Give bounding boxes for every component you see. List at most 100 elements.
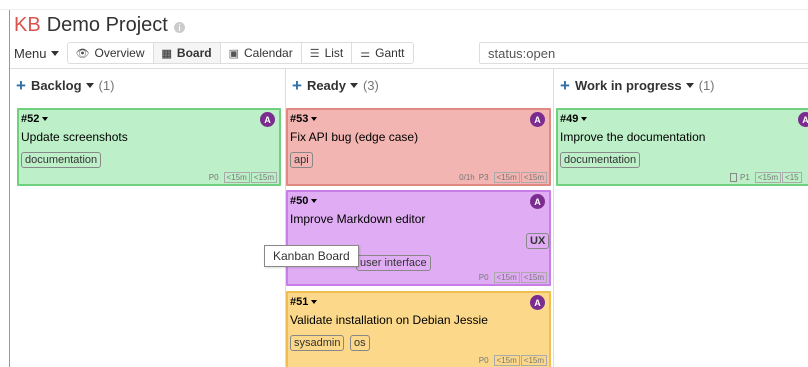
- task-id[interactable]: #50: [290, 195, 318, 207]
- estimate-box: <15m: [493, 272, 520, 283]
- caret-down-icon: [42, 117, 49, 121]
- task-card[interactable]: #49 A Improve the documentation document…: [556, 108, 808, 186]
- task-title[interactable]: Improve the documentation: [560, 130, 705, 144]
- priority-label: P0: [478, 356, 489, 365]
- view-calendar-button[interactable]: ▣ Calendar: [220, 43, 302, 63]
- view-list-button[interactable]: ☰ List: [301, 43, 353, 63]
- priority-label: P0: [208, 173, 219, 182]
- search-input[interactable]: [479, 42, 808, 64]
- project-title: Demo Project: [46, 13, 168, 36]
- toolbar: Menu 👁 Overview ▦ Board ▣ Calendar ☰ Lis…: [14, 42, 414, 64]
- task-id-label: #53: [290, 113, 309, 125]
- task-id-label: #50: [290, 195, 309, 207]
- view-label: Board: [176, 46, 212, 60]
- add-task-icon[interactable]: +: [292, 77, 302, 94]
- priority-label: P0: [478, 273, 489, 282]
- caret-down-icon[interactable]: [349, 83, 358, 88]
- avatar: A: [260, 112, 275, 127]
- task-title[interactable]: Fix API bug (edge case): [290, 130, 418, 144]
- add-task-icon[interactable]: +: [16, 77, 26, 94]
- estimate-box: <15m: [223, 172, 250, 183]
- document-icon[interactable]: [730, 173, 737, 182]
- view-overview-button[interactable]: 👁 Overview: [67, 43, 154, 63]
- view-label: Gantt: [375, 46, 405, 60]
- task-card[interactable]: #52 A Update screenshots documentation P…: [17, 108, 281, 186]
- task-id[interactable]: #52: [21, 113, 49, 125]
- task-title[interactable]: Update screenshots: [21, 130, 128, 144]
- task-id-label: #51: [290, 296, 309, 308]
- task-id[interactable]: #51: [290, 296, 318, 308]
- add-task-icon[interactable]: +: [560, 77, 570, 94]
- column-work-in-progress: + Work in progress (1) #49 A Improve the…: [554, 69, 808, 367]
- spent-box: <15m: [520, 272, 547, 283]
- column-title[interactable]: Backlog: [31, 78, 82, 93]
- caret-down-icon: [311, 300, 318, 304]
- info-icon[interactable]: [173, 21, 185, 33]
- caret-down-icon: [581, 117, 588, 121]
- column-count: (1): [98, 78, 115, 93]
- column-header: + Ready (3): [292, 77, 379, 94]
- tag: os: [350, 335, 370, 351]
- task-footer: 0/1h P3 <15m <15m: [459, 172, 547, 183]
- avatar: A: [798, 112, 808, 127]
- task-footer: P0 <15m <15m: [209, 172, 277, 183]
- spent-box: <15: [782, 172, 802, 183]
- view-board-button[interactable]: ▦ Board: [153, 43, 221, 63]
- gantt-icon: ⚌: [360, 47, 371, 60]
- tag: UX: [526, 233, 550, 249]
- column-backlog: + Backlog (1) #52 A Update screenshots d…: [10, 69, 285, 367]
- estimate-box: <15m: [493, 355, 520, 366]
- task-id-label: #49: [560, 113, 579, 125]
- caret-down-icon: [311, 117, 318, 121]
- menu-dropdown-button[interactable]: Menu: [14, 46, 59, 61]
- page-header: KB Demo Project: [14, 12, 185, 38]
- tooltip: Kanban Board: [264, 245, 359, 267]
- view-label: List: [324, 46, 344, 60]
- spent-box: <15m: [520, 355, 547, 366]
- app-logo[interactable]: KB: [14, 14, 41, 37]
- column-header: + Work in progress (1): [560, 77, 715, 94]
- spent-box: <15m: [520, 172, 547, 183]
- tag: api: [290, 152, 313, 168]
- column-ready: + Ready (3) #53 A Fix API bug (edge case…: [286, 69, 554, 367]
- board-icon: ▦: [161, 47, 172, 60]
- menu-label: Menu: [14, 45, 47, 61]
- task-title[interactable]: Improve Markdown editor: [290, 212, 425, 226]
- view-label: Calendar: [244, 46, 293, 60]
- column-count: (3): [362, 78, 379, 93]
- task-footer: P0 <15m <15m: [479, 272, 547, 283]
- task-id[interactable]: #49: [560, 113, 588, 125]
- priority-label: P1: [740, 173, 750, 182]
- spent-box: <15m: [250, 172, 277, 183]
- caret-down-icon: [50, 50, 59, 56]
- tag: user interface: [356, 255, 431, 271]
- view-label: Overview: [94, 46, 145, 60]
- task-id-label: #52: [21, 113, 40, 125]
- avatar: A: [530, 194, 545, 209]
- window-top-edge: [0, 0, 808, 10]
- caret-down-icon: [311, 199, 318, 203]
- column-title[interactable]: Work in progress: [575, 78, 682, 93]
- tag: documentation: [560, 152, 641, 168]
- column-count: (1): [698, 78, 715, 93]
- task-card[interactable]: #51 A Validate installation on Debian Je…: [286, 291, 551, 367]
- eye-icon: 👁: [75, 47, 90, 60]
- list-icon: ☰: [309, 47, 320, 60]
- caret-down-icon[interactable]: [685, 83, 694, 88]
- estimate-box: <15m: [754, 172, 782, 183]
- task-id[interactable]: #53: [290, 113, 318, 125]
- view-gantt-button[interactable]: ⚌ Gantt: [352, 43, 413, 63]
- estimate-box: <15m: [493, 172, 520, 183]
- view-switcher: 👁 Overview ▦ Board ▣ Calendar ☰ List ⚌ G…: [66, 42, 414, 64]
- priority-label: P3: [478, 173, 489, 182]
- task-card[interactable]: #53 A Fix API bug (edge case) api 0/1h P…: [286, 108, 551, 186]
- task-footer: P0 <15m <15m: [479, 355, 547, 366]
- tag: documentation: [21, 152, 102, 168]
- task-title[interactable]: Validate installation on Debian Jessie: [290, 313, 488, 327]
- caret-down-icon[interactable]: [85, 83, 94, 88]
- task-card[interactable]: #50 A Improve Markdown editor UX user in…: [286, 190, 551, 286]
- calendar-icon: ▣: [228, 47, 239, 60]
- column-header: + Backlog (1): [16, 77, 114, 94]
- column-title[interactable]: Ready: [307, 78, 346, 93]
- avatar: A: [530, 112, 545, 127]
